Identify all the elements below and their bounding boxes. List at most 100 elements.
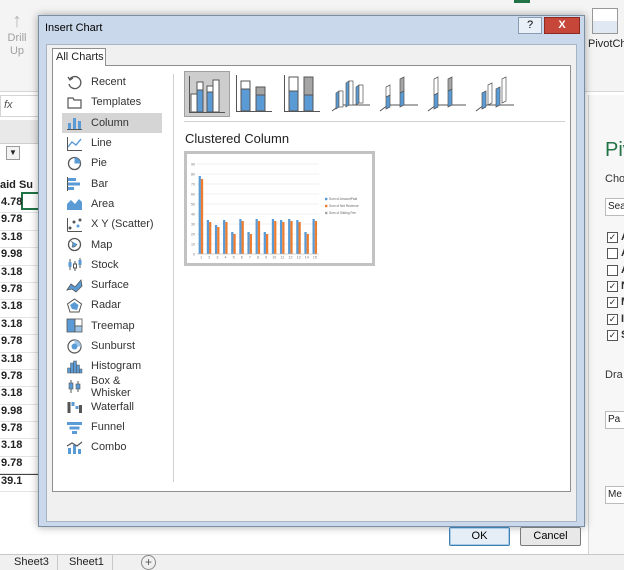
chart-type-histogram[interactable]: Histogram: [62, 356, 162, 376]
pivot-field-checkbox[interactable]: [607, 248, 618, 260]
preview-ytick-label: 90: [191, 163, 195, 167]
preview-ytick-label: 60: [191, 193, 195, 197]
formula-fx[interactable]: fx: [0, 95, 40, 117]
subtype-stacked-column[interactable]: [232, 71, 278, 117]
sheet-cell[interactable]: 3.18: [0, 439, 40, 457]
sheet-cell[interactable]: 9.78: [0, 283, 40, 301]
sheet-cell[interactable]: 3.18: [0, 318, 40, 336]
pivot-field-checkbox[interactable]: ✓: [607, 313, 618, 325]
chart-type-recent[interactable]: Recent: [62, 72, 162, 92]
chart-type-label: Funnel: [91, 421, 125, 434]
pivot-values-box[interactable]: Me: [605, 486, 624, 504]
chart-type-line[interactable]: Line: [62, 133, 162, 153]
pivot-field-checkbox[interactable]: ✓: [607, 280, 618, 292]
sheet-cell[interactable]: 3.18: [0, 266, 40, 283]
chart-type-treemap[interactable]: Treemap: [62, 316, 162, 336]
selected-subtype-name: Clustered Column: [185, 131, 290, 146]
chart-type-stock[interactable]: Stock: [62, 255, 162, 275]
chart-type-sunburst[interactable]: Sunburst: [62, 336, 162, 356]
preview-xtick-label: 2: [208, 256, 210, 260]
tab-all-charts[interactable]: All Charts: [52, 48, 106, 66]
chart-type-waterfall[interactable]: Waterfall: [62, 397, 162, 417]
chart-type-area[interactable]: Area: [62, 194, 162, 214]
sheet-cell[interactable]: 9.78: [0, 335, 40, 353]
subtype-100-stacked-column[interactable]: [280, 71, 326, 117]
subtype-3d-column[interactable]: [472, 71, 518, 117]
preview-xtick-label: 13: [297, 256, 301, 260]
chart-type-bar[interactable]: Bar: [62, 173, 162, 193]
preview-legend-swatch: [325, 204, 328, 208]
drill-up-button[interactable]: ↑ Drill Up: [2, 10, 32, 58]
preview-bar: [257, 221, 261, 254]
sheet-cell[interactable]: 3.18: [0, 231, 40, 249]
chart-subtype-gallery: [184, 71, 564, 117]
chart-type-box-whisker[interactable]: Box & Whisker: [62, 375, 162, 399]
cancel-button[interactable]: Cancel: [520, 527, 581, 546]
subtype-3d-100-stacked-column[interactable]: [424, 71, 470, 117]
pivot-field-checkbox[interactable]: ✓: [607, 232, 618, 243]
sheet-total-cell[interactable]: 39.1: [0, 474, 40, 492]
sheet-cell[interactable]: 9.78: [0, 370, 40, 388]
subtype-3d-clustered-column[interactable]: [328, 71, 374, 117]
chart-type-pie[interactable]: Pie: [62, 153, 162, 173]
chart-type-x-y-scatter[interactable]: X Y (Scatter): [62, 214, 162, 234]
preview-xtick-label: 8: [257, 256, 259, 260]
sheet-cell[interactable]: 3.18: [0, 387, 40, 405]
sheet-tab-sheet1[interactable]: Sheet1: [61, 555, 113, 570]
filter-dropdown-icon[interactable]: ▼: [6, 146, 20, 160]
treemap-chart-icon: [66, 318, 83, 333]
sheet-cell[interactable]: 9.78: [0, 457, 40, 475]
preview-bar: [214, 225, 218, 254]
preview-xtick-label: 10: [272, 256, 276, 260]
sunburst-chart-icon: [67, 338, 82, 354]
preview-bar: [249, 234, 252, 254]
add-sheet-button[interactable]: +: [141, 555, 156, 570]
3d-100-stacked-column-icon: [427, 76, 466, 112]
chart-type-radar[interactable]: Radar: [62, 295, 162, 315]
sheet-cell[interactable]: 9.98: [0, 248, 40, 266]
pivot-field-checkbox[interactable]: [607, 264, 618, 276]
chart-type-surface[interactable]: Surface: [62, 275, 162, 295]
preview-ytick-label: 30: [191, 223, 195, 227]
sheet-cell[interactable]: 3.18: [0, 353, 40, 370]
pivot-search-input[interactable]: Sear: [605, 198, 624, 216]
stacked-column-icon: [236, 75, 272, 112]
chart-type-divider: [173, 74, 174, 482]
pie-chart-icon: [67, 156, 82, 170]
subtype-3d-stacked-column[interactable]: [376, 71, 422, 117]
chart-preview[interactable]: 90 80 70 60 50 40 30 20 10 0 1 2 3 4 5 6 7 8 9 10 11 12 13 14 15…: [184, 151, 375, 266]
preview-bar: [206, 220, 210, 254]
sheet-cell[interactable]: 9.78: [0, 422, 40, 440]
chart-type-column[interactable]: Column: [62, 112, 162, 133]
sheet-cell[interactable]: 3.18: [0, 300, 40, 318]
pivot-drag-text: Dra: [605, 369, 623, 381]
sheet-cell[interactable]: 4.78: [0, 196, 40, 214]
chart-type-templates[interactable]: Templates: [62, 92, 162, 112]
sheet-tab-sheet3[interactable]: Sheet3: [6, 555, 58, 570]
chart-type-label: Bar: [91, 177, 109, 190]
chart-type-funnel[interactable]: Funnel: [62, 417, 162, 437]
3d-column-icon: [475, 76, 514, 112]
close-button[interactable]: X: [544, 17, 580, 34]
dialog-titlebar[interactable]: Insert Chart ? X: [39, 16, 584, 40]
help-button[interactable]: ?: [518, 17, 542, 34]
preview-ytick-label: 0: [193, 253, 195, 257]
pivot-choose-text: Cho: [605, 173, 624, 185]
chart-type-combo[interactable]: Combo: [62, 437, 162, 457]
sheet-cell[interactable]: 9.78: [0, 213, 40, 231]
preview-ytick-label: 20: [191, 233, 195, 237]
column-header-cell[interactable]: aid Su: [0, 179, 33, 191]
pivot-field-checkbox[interactable]: ✓: [607, 297, 618, 309]
sheet-cell[interactable]: 9.98: [0, 405, 40, 423]
pivot-pane-title: Piv: [605, 139, 624, 161]
pivotchart-button[interactable]: PivotCh: [588, 8, 624, 50]
preview-bar: [306, 234, 309, 254]
chart-type-label: Radar: [91, 299, 121, 312]
ok-button[interactable]: OK: [449, 527, 510, 546]
3d-clustered-column-icon: [331, 80, 370, 112]
chart-type-map[interactable]: Map: [62, 234, 162, 254]
subtype-clustered-column[interactable]: [184, 71, 230, 117]
pivot-field-checkbox[interactable]: ✓: [607, 329, 618, 341]
pivot-filters-box[interactable]: Pa: [605, 411, 624, 429]
preview-xtick-label: 14: [305, 256, 309, 260]
